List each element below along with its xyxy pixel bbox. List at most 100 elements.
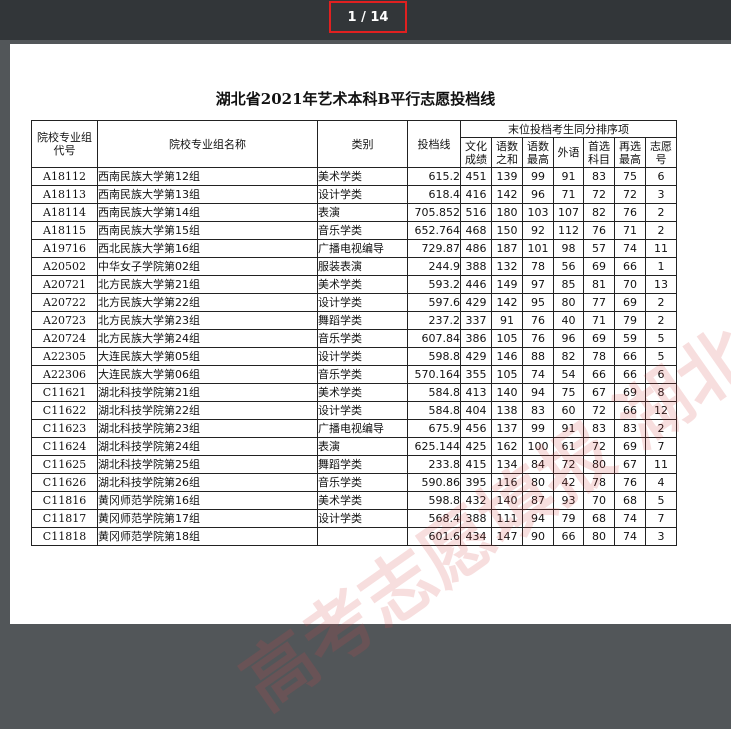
cell-first-choice-subject: 69	[583, 257, 615, 276]
table-row: A19716 西北民族大学第16组 广播电视编导 729.87 486 187 101 98 5…	[31, 239, 677, 258]
cell-choice-number: 13	[645, 275, 677, 294]
cell-first-choice-subject: 57	[583, 239, 615, 258]
cell-foreign-language: 79	[553, 509, 584, 528]
cell-category: 设计学类	[317, 401, 408, 420]
header-sub-culture: 文化成绩	[460, 137, 492, 168]
table-row: C11817 黄冈师范学院第17组 设计学类 568.4 388 111 94 79 68 74 7	[31, 509, 677, 528]
cell-foreign-language: 75	[553, 383, 584, 402]
cell-choice-number: 5	[645, 329, 677, 348]
cell-chinese-math-max: 87	[522, 491, 554, 510]
cell-chinese-math-sum: 140	[491, 491, 523, 510]
cell-second-choice-max: 69	[614, 293, 646, 312]
cell-admission-score: 618.4	[407, 185, 461, 204]
cell-group-code: A22305	[31, 347, 98, 366]
cell-category: 服装表演	[317, 257, 408, 276]
cell-group-code: A22306	[31, 365, 98, 384]
cell-second-choice-max: 76	[614, 473, 646, 492]
cell-category: 美术学类	[317, 167, 408, 186]
cell-chinese-math-sum: 142	[491, 185, 523, 204]
page-indicator[interactable]: 1 / 14	[329, 1, 407, 33]
cell-second-choice-max: 79	[614, 311, 646, 330]
admission-score-table: 院校专业组代号 院校专业组名称 类别 投档线 末位投档考生同分排序项 文化成绩 …	[31, 120, 677, 546]
cell-group-code: A20721	[31, 275, 98, 294]
cell-foreign-language: 112	[553, 221, 584, 240]
cell-second-choice-max: 66	[614, 401, 646, 420]
cell-foreign-language: 71	[553, 185, 584, 204]
cell-group-code: C11818	[31, 527, 98, 546]
cell-second-choice-max: 75	[614, 167, 646, 186]
cell-choice-number: 3	[645, 527, 677, 546]
cell-category: 广播电视编导	[317, 419, 408, 438]
cell-first-choice-subject: 72	[583, 401, 615, 420]
cell-first-choice-subject: 76	[583, 221, 615, 240]
table-row: A20723 北方民族大学第23组 舞蹈学类 237.2 337 91 76 40 71 79 2	[31, 311, 677, 330]
cell-chinese-math-max: 88	[522, 347, 554, 366]
cell-second-choice-max: 66	[614, 365, 646, 384]
cell-first-choice-subject: 71	[583, 311, 615, 330]
cell-first-choice-subject: 72	[583, 437, 615, 456]
cell-group-name: 北方民族大学第22组	[97, 293, 318, 312]
cell-foreign-language: 42	[553, 473, 584, 492]
cell-chinese-math-sum: 105	[491, 329, 523, 348]
cell-second-choice-max: 74	[614, 239, 646, 258]
cell-chinese-math-max: 97	[522, 275, 554, 294]
cell-admission-score: 729.87	[407, 239, 461, 258]
cell-chinese-math-max: 94	[522, 509, 554, 528]
cell-admission-score: 584.8	[407, 401, 461, 420]
cell-category: 舞蹈学类	[317, 311, 408, 330]
cell-category: 音乐学类	[317, 329, 408, 348]
cell-chinese-math-sum: 138	[491, 401, 523, 420]
cell-admission-score: 598.8	[407, 491, 461, 510]
table-row: C11816 黄冈师范学院第16组 美术学类 598.8 432 140 87 93 70 68 5	[31, 491, 677, 510]
table-row: C11624 湖北科技学院第24组 表演 625.144 425 162 100 61 72 69…	[31, 437, 677, 456]
table-row: A20721 北方民族大学第21组 美术学类 593.2 446 149 97 85 81 70 1…	[31, 275, 677, 294]
header-name: 院校专业组名称	[97, 120, 318, 168]
cell-admission-score: 593.2	[407, 275, 461, 294]
header-sub-chinese-math-sum: 语数之和	[491, 137, 523, 168]
table-row: C11818 黄冈师范学院第18组 601.6 434 147 90 66 80 74 3	[31, 527, 677, 546]
table-row: A18112 西南民族大学第12组 美术学类 615.2 451 139 99 91 83 75 6	[31, 167, 677, 186]
cell-culture-score: 446	[460, 275, 492, 294]
cell-chinese-math-sum: 142	[491, 293, 523, 312]
header-sub-choice-number: 志愿号	[645, 137, 677, 168]
cell-group-name: 黄冈师范学院第16组	[97, 491, 318, 510]
cell-culture-score: 404	[460, 401, 492, 420]
cell-admission-score: 597.6	[407, 293, 461, 312]
cell-first-choice-subject: 83	[583, 167, 615, 186]
cell-chinese-math-sum: 187	[491, 239, 523, 258]
cell-second-choice-max: 67	[614, 455, 646, 474]
cell-second-choice-max: 83	[614, 419, 646, 438]
cell-foreign-language: 61	[553, 437, 584, 456]
cell-category: 舞蹈学类	[317, 455, 408, 474]
table-row: A18115 西南民族大学第15组 音乐学类 652.764 468 150 92 112 76…	[31, 221, 677, 240]
cell-choice-number: 5	[645, 491, 677, 510]
cell-group-code: A18115	[31, 221, 98, 240]
cell-chinese-math-max: 95	[522, 293, 554, 312]
cell-culture-score: 395	[460, 473, 492, 492]
cell-group-name: 湖北科技学院第23组	[97, 419, 318, 438]
cell-first-choice-subject: 80	[583, 527, 615, 546]
cell-group-code: C11625	[31, 455, 98, 474]
cell-chinese-math-max: 80	[522, 473, 554, 492]
cell-second-choice-max: 69	[614, 437, 646, 456]
cell-group-name: 北方民族大学第23组	[97, 311, 318, 330]
cell-group-code: C11626	[31, 473, 98, 492]
cell-chinese-math-sum: 132	[491, 257, 523, 276]
cell-first-choice-subject: 82	[583, 203, 615, 222]
cell-chinese-math-max: 84	[522, 455, 554, 474]
table-body: A18112 西南民族大学第12组 美术学类 615.2 451 139 99 91 83 75 6…	[31, 167, 677, 546]
cell-first-choice-subject: 77	[583, 293, 615, 312]
cell-admission-score: 615.2	[407, 167, 461, 186]
cell-admission-score: 568.4	[407, 509, 461, 528]
cell-group-name: 黄冈师范学院第17组	[97, 509, 318, 528]
cell-chinese-math-sum: 91	[491, 311, 523, 330]
table-row: C11622 湖北科技学院第22组 设计学类 584.8 404 138 83 60 72 66 1…	[31, 401, 677, 420]
cell-group-code: A20722	[31, 293, 98, 312]
cell-chinese-math-max: 92	[522, 221, 554, 240]
cell-chinese-math-sum: 150	[491, 221, 523, 240]
cell-category: 美术学类	[317, 383, 408, 402]
table-row: C11623 湖北科技学院第23组 广播电视编导 675.9 456 137 99 91 83 8…	[31, 419, 677, 438]
cell-chinese-math-sum: 139	[491, 167, 523, 186]
table-row: A20724 北方民族大学第24组 音乐学类 607.84 386 105 76 96 69 59…	[31, 329, 677, 348]
cell-culture-score: 425	[460, 437, 492, 456]
